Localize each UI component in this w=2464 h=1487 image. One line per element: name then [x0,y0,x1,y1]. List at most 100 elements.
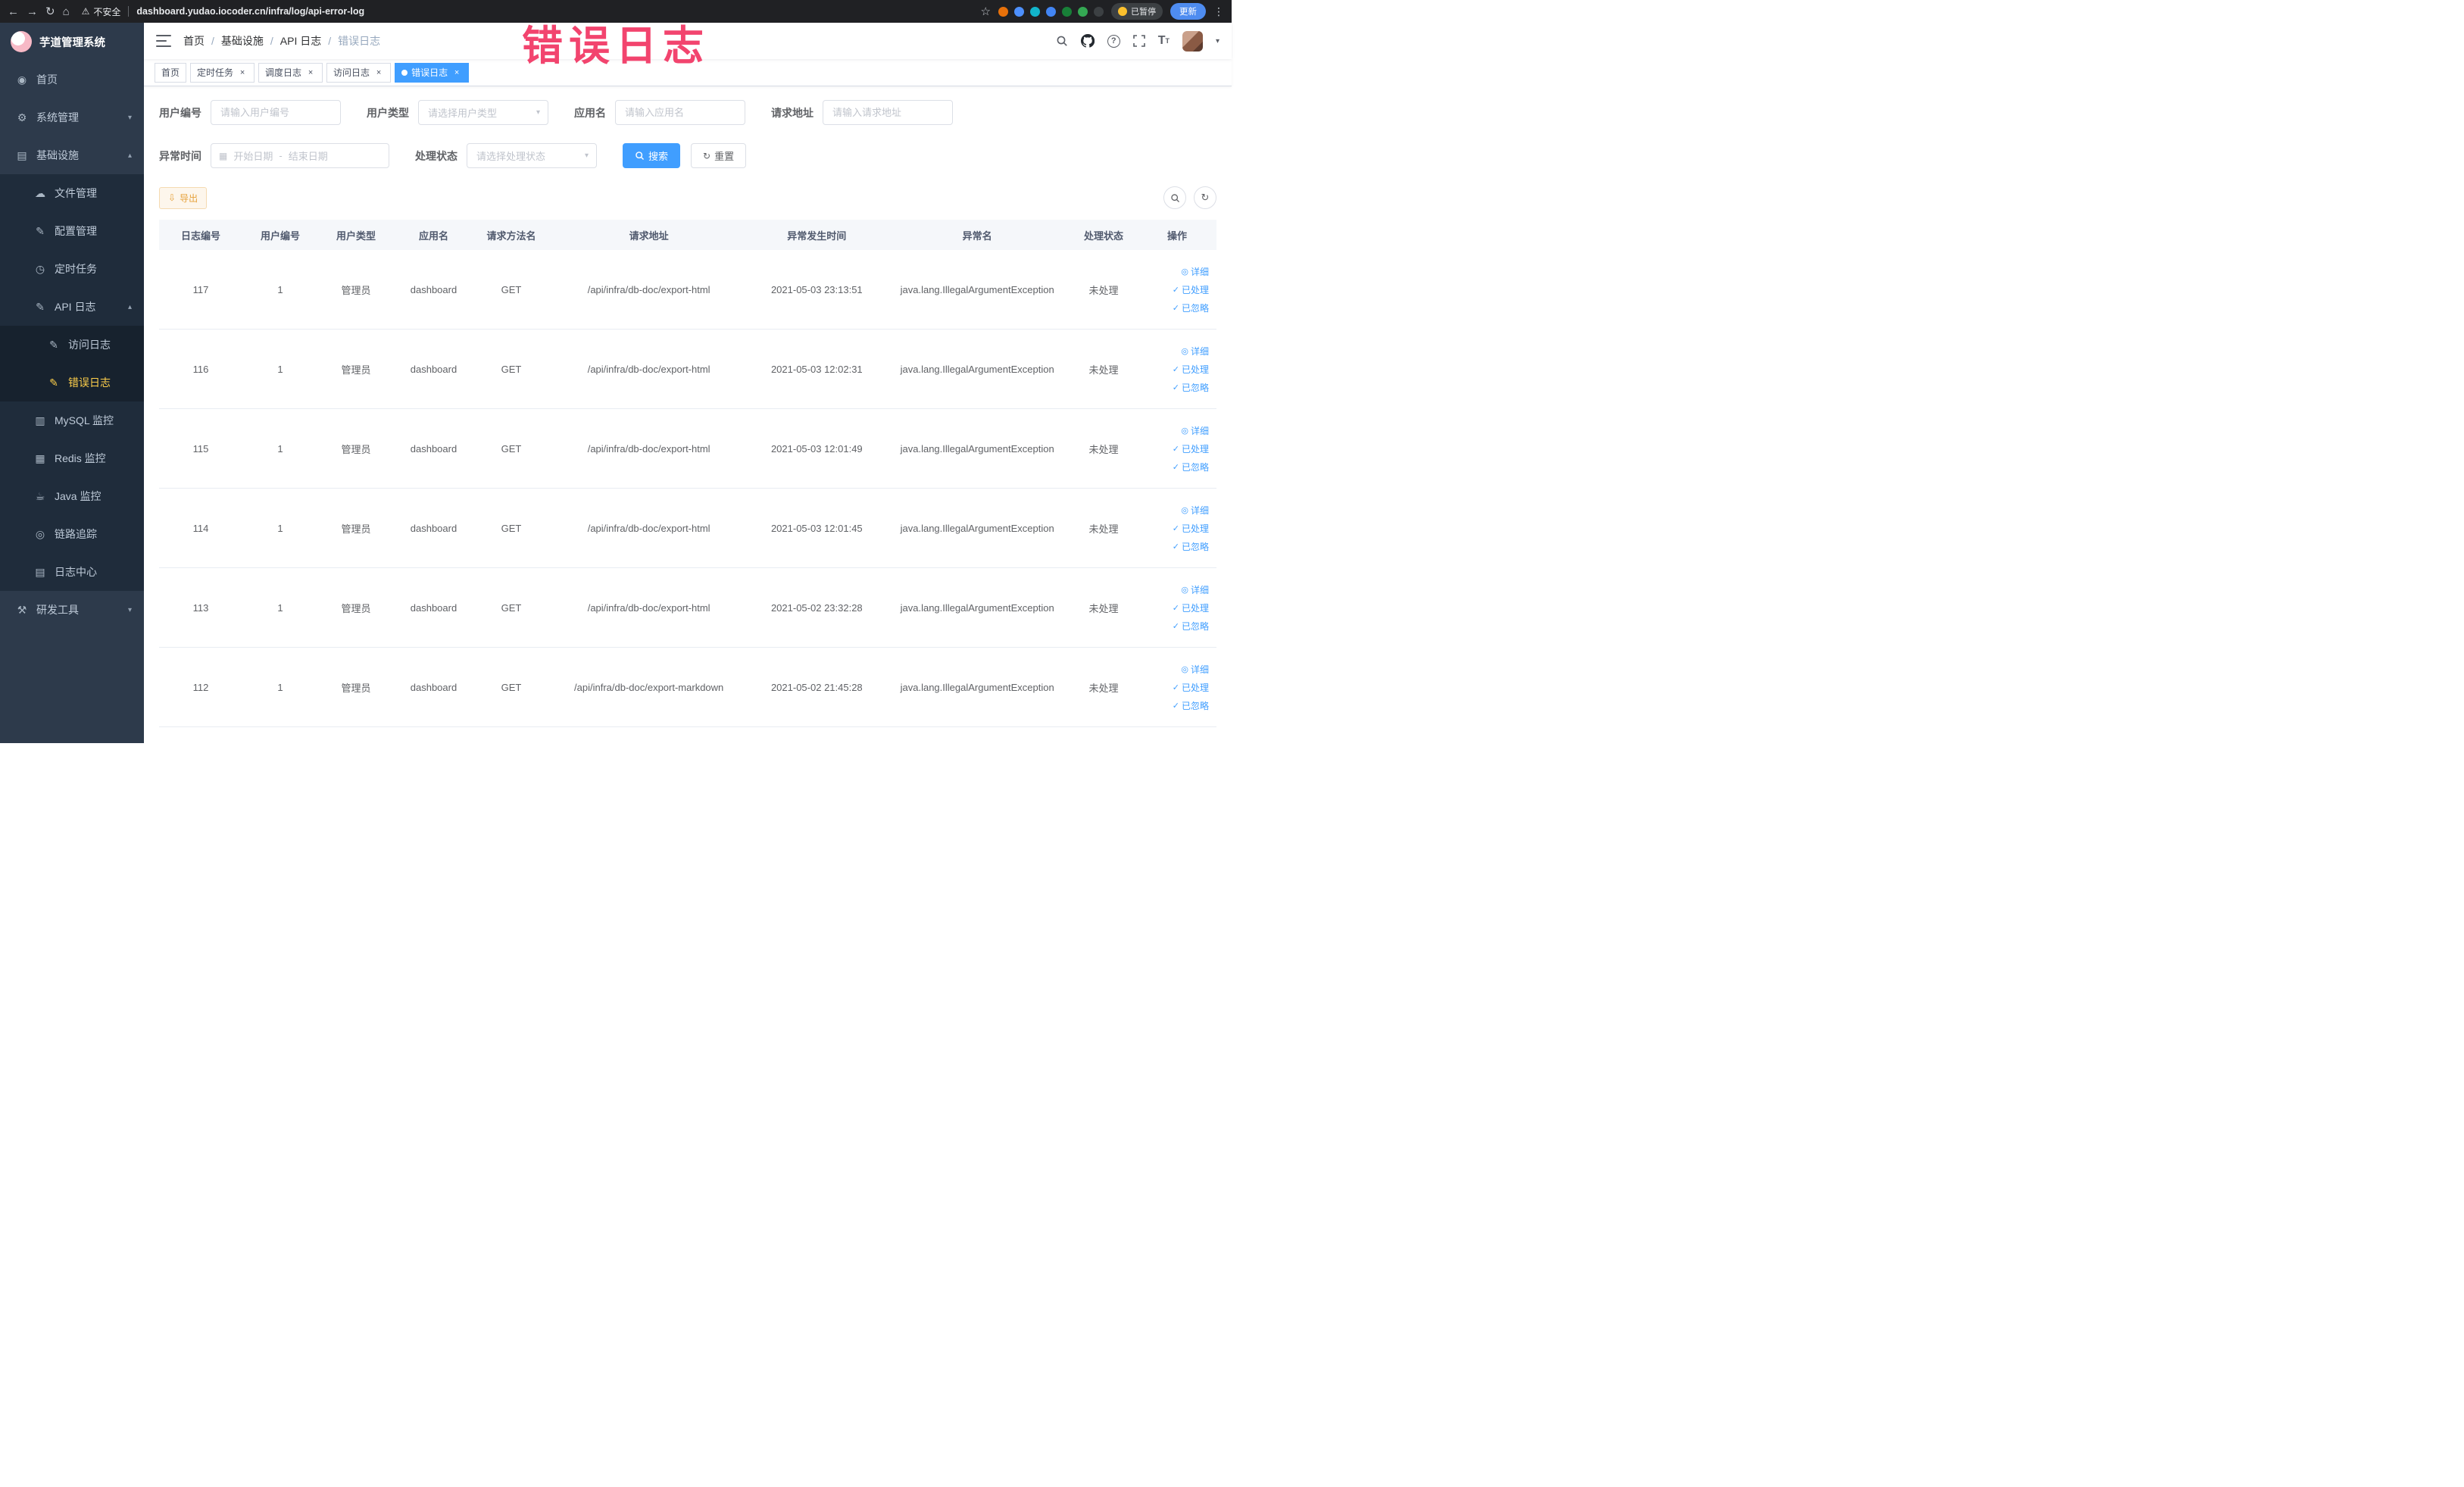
reload-icon[interactable]: ↻ [45,6,55,17]
security-indicator[interactable]: ⚠ 不安全 [82,5,121,18]
cell-user-type: 管理员 [341,443,371,455]
extension-icon[interactable] [1094,6,1104,17]
close-tab-icon[interactable] [305,67,316,78]
extension-icon[interactable] [998,6,1008,17]
home-icon[interactable]: ⌂ [63,6,70,17]
tab-home[interactable]: 首页 [155,62,187,83]
detail-action[interactable]: ◎ 详细 [1181,504,1209,517]
search-button[interactable]: 搜索 [623,143,681,168]
ignored-action[interactable]: ✓ 已忽略 [1173,461,1209,473]
column-header-3: 应用名 [418,230,448,242]
app-title: 芋道管理系统 [39,36,105,49]
search-icon[interactable] [1056,35,1068,47]
infrastructure-icon: ▤ [17,148,27,161]
sidebar-item-redis-monitor[interactable]: ▦ Redis 监控 [0,439,144,477]
processed-action[interactable]: ✓ 已处理 [1173,283,1209,296]
extension-icon[interactable] [1046,6,1056,17]
sidebar-item-config-management[interactable]: ✎ 配置管理 [0,212,144,250]
ignored-action[interactable]: ✓ 已忽略 [1173,699,1209,712]
tab-error-logs[interactable]: 错误日志 [395,62,470,83]
browser-menu-icon[interactable]: ⋮ [1213,6,1224,17]
bookmark-star-icon[interactable]: ☆ [981,6,991,17]
close-tab-icon[interactable] [373,67,384,78]
breadcrumb: 首页 基础设施 API 日志 错误日志 [183,33,380,48]
check-icon: ✓ [1172,444,1179,454]
user-type-select[interactable]: 请选择用户类型 ▾ [418,100,548,125]
sidebar-item-link-tracing[interactable]: ◎ 链路追踪 [0,515,144,553]
access-logs-icon: ✎ [49,338,58,351]
check-icon: ✓ [1172,621,1179,631]
chevron-down-icon[interactable]: ▾ [1216,37,1220,45]
processed-action[interactable]: ✓ 已处理 [1173,363,1209,376]
cell-user-type: 管理员 [341,284,371,296]
sidebar-item-error-logs[interactable]: ✎ 错误日志 [0,364,144,401]
reset-button[interactable]: ↻ 重置 [691,143,747,168]
processed-action[interactable]: ✓ 已处理 [1173,522,1209,535]
detail-action[interactable]: ◎ 详细 [1181,583,1209,596]
sidebar-item-file-management[interactable]: ☁ 文件管理 [0,174,144,212]
user-avatar[interactable] [1182,30,1203,52]
dev-tools-icon: ⚒ [17,603,27,616]
process-status-select[interactable]: 请选择处理状态 ▾ [467,143,597,168]
close-tab-icon[interactable] [237,67,248,78]
hamburger-icon[interactable] [156,35,171,47]
close-tab-icon[interactable] [451,67,462,78]
cell-exception-name: java.lang.IllegalArgumentException [900,442,1054,455]
sidebar-item-home[interactable]: ◉ 首页 [0,61,144,98]
sidebar-item-scheduled-jobs[interactable]: ◷ 定时任务 [0,250,144,288]
sidebar-item-mysql-monitor[interactable]: ▥ MySQL 监控 [0,401,144,439]
navbar: 首页 基础设施 API 日志 错误日志 ? TT ▾ [144,23,1232,59]
fullscreen-icon[interactable] [1132,35,1145,47]
paused-badge[interactable]: 已暂停 [1111,3,1163,20]
table-row: 117 1 管理员 dashboard GET /api/infra/db-do… [159,250,1216,330]
search-toggle-button[interactable] [1163,186,1186,209]
sidebar-item-access-logs[interactable]: ✎ 访问日志 [0,326,144,364]
sidebar-item-infrastructure[interactable]: ▤ 基础设施 ▴ [0,136,144,174]
detail-action[interactable]: ◎ 详细 [1181,345,1209,358]
breadcrumb-home[interactable]: 首页 [183,33,205,48]
tab-access-logs[interactable]: 访问日志 [326,62,392,83]
github-icon[interactable] [1080,34,1095,48]
cell-status: 未处理 [1088,523,1119,535]
tab-scheduled-jobs[interactable]: 定时任务 [190,62,255,83]
security-label: 不安全 [93,6,121,17]
sidebar-item-dev-tools[interactable]: ⚒ 研发工具 ▾ [0,591,144,629]
back-icon[interactable]: ← [8,6,19,17]
ignored-action[interactable]: ✓ 已忽略 [1173,540,1209,553]
breadcrumb-infrastructure[interactable]: 基础设施 [205,33,264,48]
refresh-table-button[interactable]: ↻ [1194,186,1216,209]
detail-action[interactable]: ◎ 详细 [1181,663,1209,676]
app-name-input[interactable] [615,100,745,125]
app-logo[interactable]: 芋道管理系统 [0,23,144,61]
breadcrumb-api-logs[interactable]: API 日志 [264,33,321,48]
update-button[interactable]: 更新 [1170,3,1206,20]
font-size-icon[interactable]: TT [1158,34,1170,48]
sidebar-item-system-management[interactable]: ⚙ 系统管理 ▾ [0,98,144,136]
detail-action[interactable]: ◎ 详细 [1181,424,1209,437]
forward-icon[interactable]: → [27,6,38,17]
sidebar-item-api-logs[interactable]: ✎ API 日志 ▴ [0,288,144,326]
user-id-input[interactable] [211,100,341,125]
tab-schedule-logs[interactable]: 调度日志 [258,62,323,83]
processed-action[interactable]: ✓ 已处理 [1173,442,1209,455]
processed-action[interactable]: ✓ 已处理 [1173,601,1209,614]
scheduled-jobs-icon: ◷ [35,262,45,275]
detail-action[interactable]: ◎ 详细 [1181,265,1209,278]
exception-time-range-picker[interactable]: ▦ 开始日期 - 结束日期 [211,143,389,168]
extension-icon[interactable] [1062,6,1072,17]
processed-action[interactable]: ✓ 已处理 [1173,681,1209,694]
request-url-input[interactable] [823,100,953,125]
extension-icon[interactable] [1078,6,1088,17]
cell-actions: ◎ 详细 ✓ 已处理 ✓ 已忽略 [1138,583,1216,633]
extension-icon[interactable] [1030,6,1040,17]
help-icon[interactable]: ? [1107,34,1120,48]
ignored-action[interactable]: ✓ 已忽略 [1173,301,1209,314]
ignored-action[interactable]: ✓ 已忽略 [1173,381,1209,394]
extension-icon[interactable] [1014,6,1024,17]
ignored-action[interactable]: ✓ 已忽略 [1173,620,1209,633]
sidebar-item-log-center[interactable]: ▤ 日志中心 [0,553,144,591]
sidebar-item-java-monitor[interactable]: ☕ Java 监控 [0,477,144,515]
export-button[interactable]: ⇩ 导出 [159,186,208,209]
address-bar[interactable]: dashboard.yudao.iocoder.cn/infra/log/api… [136,6,973,17]
check-icon: ✓ [1172,683,1179,692]
